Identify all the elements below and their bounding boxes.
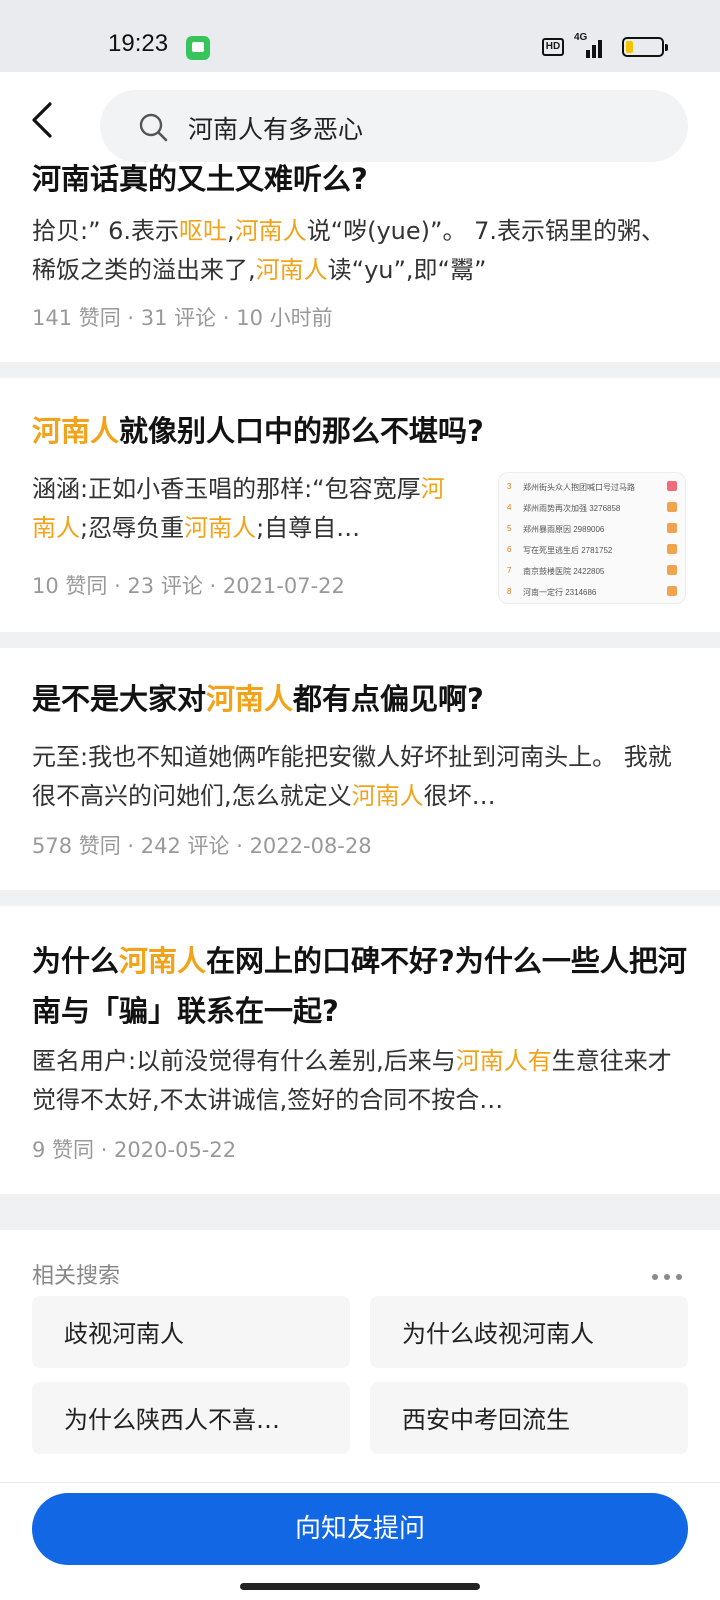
text-segment: ;自尊自… (256, 514, 361, 542)
thumbnail-row: 5 郑州暴雨原因 2989006 (507, 519, 679, 539)
related-searches-title: 相关搜索 (32, 1264, 121, 1289)
thumbnail-row: 6 写在死里逃生后 2781752 (507, 540, 679, 560)
thumbnail-rank: 6 (507, 545, 512, 554)
thumbnail-row: 4 郑州雨势再次加强 3276858 (507, 498, 679, 518)
hd-icon: HD (542, 38, 564, 56)
home-indicator[interactable] (240, 1583, 480, 1590)
text-segment: , (227, 217, 235, 245)
result-excerpt: 匿名用户:以前没觉得有什么差别,后来与河南人有生意往来才觉得不太好,不太讲诚信,… (32, 1042, 692, 1120)
battery-icon (622, 37, 668, 57)
highlighted-keyword: 河南人 (234, 217, 307, 245)
text-segment: 匿名用户:以前没觉得有什么差别,后来与 (32, 1047, 456, 1075)
highlighted-keyword: 河南人 (119, 944, 207, 978)
thumbnail-text: 郑州暴雨原因 2989006 (523, 525, 605, 534)
search-query: 河南人有多恶心 (188, 115, 364, 144)
text-segment: 是不是大家对 (32, 682, 207, 716)
result-meta: 10 赞同 · 23 评论 · 2021-07-22 (32, 574, 345, 598)
related-search-item[interactable]: 西安中考回流生 (370, 1382, 688, 1454)
bottom-bar: 向知友提问 (0, 1482, 720, 1600)
result-excerpt: 拾贝:” 6.表示呕吐,河南人说“哕(yue)”。 7.表示锅里的粥、稀饭之类的… (32, 212, 688, 290)
result-excerpt: 涵涵:正如小香玉唱的那样:“包容宽厚河南人;忍辱负重河南人;自尊自… (32, 470, 462, 548)
highlighted-keyword: 河南人 (351, 782, 424, 810)
text-segment: 就像别人口中的那么不堪吗? (119, 414, 484, 448)
result-meta: 9 赞同 · 2020-05-22 (32, 1138, 237, 1162)
thumbnail-rank: 5 (507, 524, 512, 533)
text-segment: 为什么 (32, 944, 120, 978)
result-thumbnail[interactable]: 3 郑州街头众人抱团喊口号过马路 4 郑州雨势再次加强 3276858 5 郑州暴雨原因 … (498, 472, 686, 604)
result-card[interactable]: 河南话真的又土又难听么? 拾贝:” 6.表示呕吐,河南人说“哕(yue)”。 7… (0, 162, 720, 362)
text-segment: 都有点偏见啊? (293, 682, 484, 716)
thumbnail-tag-icon (667, 565, 677, 575)
thumbnail-rank: 4 (507, 503, 512, 512)
result-meta: 141 赞同 · 31 评论 · 10 小时前 (32, 306, 333, 330)
ask-question-button[interactable]: 向知友提问 (32, 1493, 688, 1565)
thumbnail-rank: 7 (507, 566, 512, 575)
highlighted-keyword: 河南人有 (455, 1047, 552, 1075)
status-time: 19:23 (108, 30, 169, 57)
thumbnail-rank: 8 (507, 587, 512, 596)
result-card[interactable]: 为什么河南人在网上的口碑不好?为什么一些人把河南与「骗」联系在一起? 匿名用户:… (0, 906, 720, 1194)
text-segment: 读“yu”,即“鬻” (327, 256, 487, 284)
result-card[interactable]: 是不是大家对河南人都有点偏见啊? 元至:我也不知道她俩咋能把安徽人好坏扯到河南头… (0, 648, 720, 890)
highlighted-keyword: 河南人 (184, 514, 257, 542)
network-type: 4G (574, 32, 588, 43)
search-input[interactable]: 河南人有多恶心 (100, 90, 688, 162)
highlighted-keyword: 河南人 (32, 414, 120, 448)
related-searches: 相关搜索 歧视河南人 为什么歧视河南人 为什么陕西人不喜… 西安中考回流生 (0, 1230, 720, 1482)
top-bar: 河南人有多恶心 (0, 72, 720, 162)
status-bar: 19:23 HD 4G (0, 0, 720, 72)
thumbnail-tag-icon (667, 523, 677, 533)
result-excerpt: 元至:我也不知道她俩咋能把安徽人好坏扯到河南头上。 我就很不高兴的问她们,怎么就… (32, 738, 692, 816)
text-segment: 拾贝:” 6.表示 (32, 217, 180, 245)
thumbnail-text: 郑州街头众人抱团喊口号过马路 (523, 483, 635, 492)
thumbnail-tag-icon (667, 544, 677, 554)
highlighted-keyword: 河南人 (255, 256, 328, 284)
search-icon (139, 113, 168, 142)
result-title[interactable]: 河南话真的又土又难听么? (32, 156, 692, 202)
result-meta: 578 赞同 · 242 评论 · 2022-08-28 (32, 834, 372, 858)
related-search-item[interactable]: 为什么歧视河南人 (370, 1296, 688, 1368)
thumbnail-tag-icon (667, 481, 677, 491)
result-title[interactable]: 为什么河南人在网上的口碑不好?为什么一些人把河南与「骗」联系在一起? (32, 936, 692, 1036)
chat-notification-icon (186, 36, 210, 60)
thumbnail-tag-icon (667, 502, 677, 512)
result-title[interactable]: 河南人就像别人口中的那么不堪吗? (32, 408, 692, 454)
thumbnail-tag-icon (667, 586, 677, 596)
thumbnail-row: 7 南京鼓楼医院 2422805 (507, 561, 679, 581)
thumbnail-text: 河南一定行 2314686 (523, 588, 597, 597)
text-segment: ;忍辱负重 (80, 514, 185, 542)
thumbnail-text: 郑州雨势再次加强 3276858 (523, 504, 621, 513)
back-button[interactable] (22, 98, 66, 142)
highlighted-keyword: 呕吐 (179, 217, 228, 245)
thumbnail-row: 3 郑州街头众人抱团喊口号过马路 (507, 477, 679, 497)
text-segment: 很坏… (423, 782, 496, 810)
signal-icon: 4G (574, 32, 604, 58)
result-title[interactable]: 是不是大家对河南人都有点偏见啊? (32, 676, 692, 722)
thumbnail-text: 南京鼓楼医院 2422805 (523, 567, 605, 576)
thumbnail-rank: 3 (507, 482, 512, 491)
text-segment: 河南话真的又土又难听么? (32, 162, 368, 196)
related-search-item[interactable]: 歧视河南人 (32, 1296, 350, 1368)
more-options-icon[interactable] (652, 1272, 686, 1282)
thumbnail-text: 写在死里逃生后 2781752 (523, 546, 613, 555)
highlighted-keyword: 河南人 (206, 682, 294, 716)
thumbnail-row: 8 河南一定行 2314686 (507, 582, 679, 602)
back-arrow-icon (32, 102, 52, 138)
text-segment: 涵涵:正如小香玉唱的那样:“包容宽厚 (32, 475, 421, 503)
result-card[interactable]: 河南人就像别人口中的那么不堪吗? 涵涵:正如小香玉唱的那样:“包容宽厚河南人;忍… (0, 378, 720, 632)
related-search-item[interactable]: 为什么陕西人不喜… (32, 1382, 350, 1454)
